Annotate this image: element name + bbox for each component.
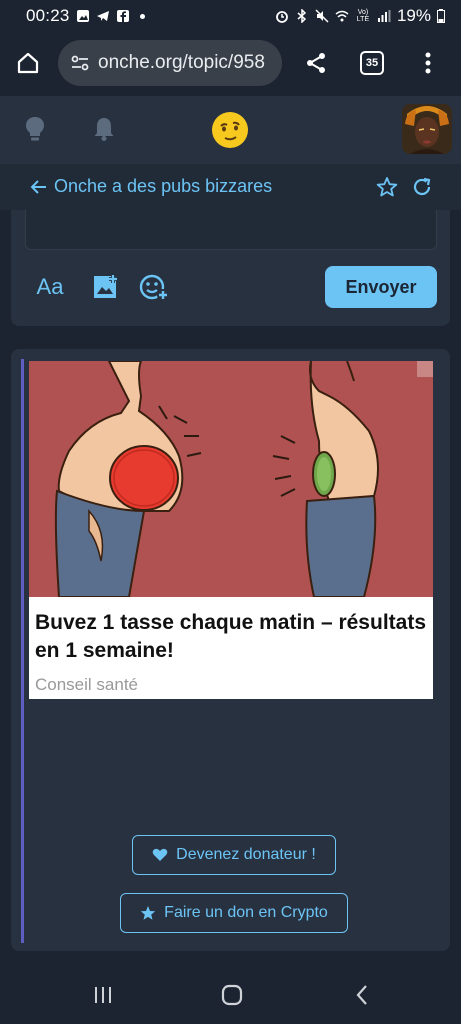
share-icon (307, 53, 325, 73)
star-icon[interactable] (376, 176, 398, 198)
battery-percent: 19% (396, 6, 431, 25)
back-nav-icon (356, 985, 367, 1005)
home-icon (17, 52, 39, 74)
ad-choices-icon[interactable] (417, 361, 433, 377)
send-button[interactable]: Envoyer (325, 266, 437, 308)
tab-count: 35 (360, 51, 384, 75)
more-notifications-dot (139, 13, 145, 19)
site-header (0, 96, 461, 164)
add-emoji-icon (139, 274, 169, 301)
facebook-notification-icon (116, 10, 129, 22)
mute-icon (315, 9, 329, 23)
site-info-icon[interactable] (70, 53, 90, 73)
menu-icon (425, 52, 431, 74)
battery-icon (437, 9, 445, 23)
post-card: Buvez 1 tasse chaque matin – résultats e… (11, 349, 450, 951)
topic-title-bar: Onche a des pubs bizzares (0, 164, 461, 210)
format-text-button[interactable]: Aa (33, 270, 67, 304)
wifi-icon (335, 10, 349, 22)
alarm-icon (276, 11, 288, 23)
refresh-icon[interactable] (411, 176, 433, 198)
add-image-icon (94, 275, 117, 298)
message-input[interactable] (25, 210, 437, 250)
site-logo[interactable] (211, 111, 249, 149)
system-nav-bar (0, 964, 461, 1024)
back-arrow-icon[interactable] (30, 176, 48, 198)
heart-icon (152, 848, 168, 861)
add-image-button[interactable] (89, 270, 123, 304)
user-avatar[interactable] (402, 104, 452, 154)
bluetooth-icon (297, 9, 307, 23)
ad-headline[interactable]: Buvez 1 tasse chaque matin – résultats e… (35, 609, 427, 665)
ad-illustration (29, 361, 433, 597)
lightbulb-icon (26, 117, 44, 141)
home-button[interactable] (0, 35, 56, 91)
become-donor-label: Devenez donateur ! (176, 846, 316, 863)
home-nav-button[interactable] (219, 982, 245, 1008)
avatar-image (402, 104, 452, 154)
recent-apps-button[interactable] (90, 982, 116, 1008)
address-bar[interactable]: onche.org/topic/958 (58, 40, 282, 86)
recent-apps-icon (95, 987, 111, 1003)
status-time: 00:23 (26, 6, 70, 25)
crypto-donate-label: Faire un don en Crypto (164, 904, 328, 921)
ideas-button[interactable] (20, 114, 50, 144)
star-solid-icon (140, 906, 156, 920)
reply-composer: Aa Envoyer (11, 210, 450, 326)
share-button[interactable] (288, 35, 344, 91)
topic-title[interactable]: Onche a des pubs bizzares (54, 176, 272, 197)
ad-block[interactable]: Buvez 1 tasse chaque matin – résultats e… (29, 361, 433, 699)
ad-source: Conseil santé (35, 675, 139, 694)
crypto-donate-button[interactable]: Faire un don en Crypto (120, 893, 348, 933)
bell-icon (94, 118, 114, 141)
network-type-label: Vo) LTE (356, 9, 370, 23)
tab-switcher-button[interactable]: 35 (344, 35, 400, 91)
telegram-notification-icon (96, 11, 109, 21)
browser-menu-button[interactable] (400, 35, 456, 91)
status-bar: 00:23 Vo) LTE 19% (0, 0, 461, 32)
back-nav-button[interactable] (349, 982, 375, 1008)
browser-toolbar: onche.org/topic/958 35 (0, 32, 461, 94)
notifications-button[interactable] (89, 114, 119, 144)
emoji-logo-icon (212, 112, 248, 148)
become-donor-button[interactable]: Devenez donateur ! (132, 835, 336, 875)
post-accent-bar (21, 359, 24, 943)
add-emoji-button[interactable] (137, 270, 171, 304)
gallery-notification-icon (76, 10, 89, 22)
url-text: onche.org/topic/958 (98, 52, 265, 73)
home-nav-icon (221, 984, 243, 1006)
signal-icon (377, 10, 391, 22)
ad-image[interactable] (29, 361, 433, 597)
